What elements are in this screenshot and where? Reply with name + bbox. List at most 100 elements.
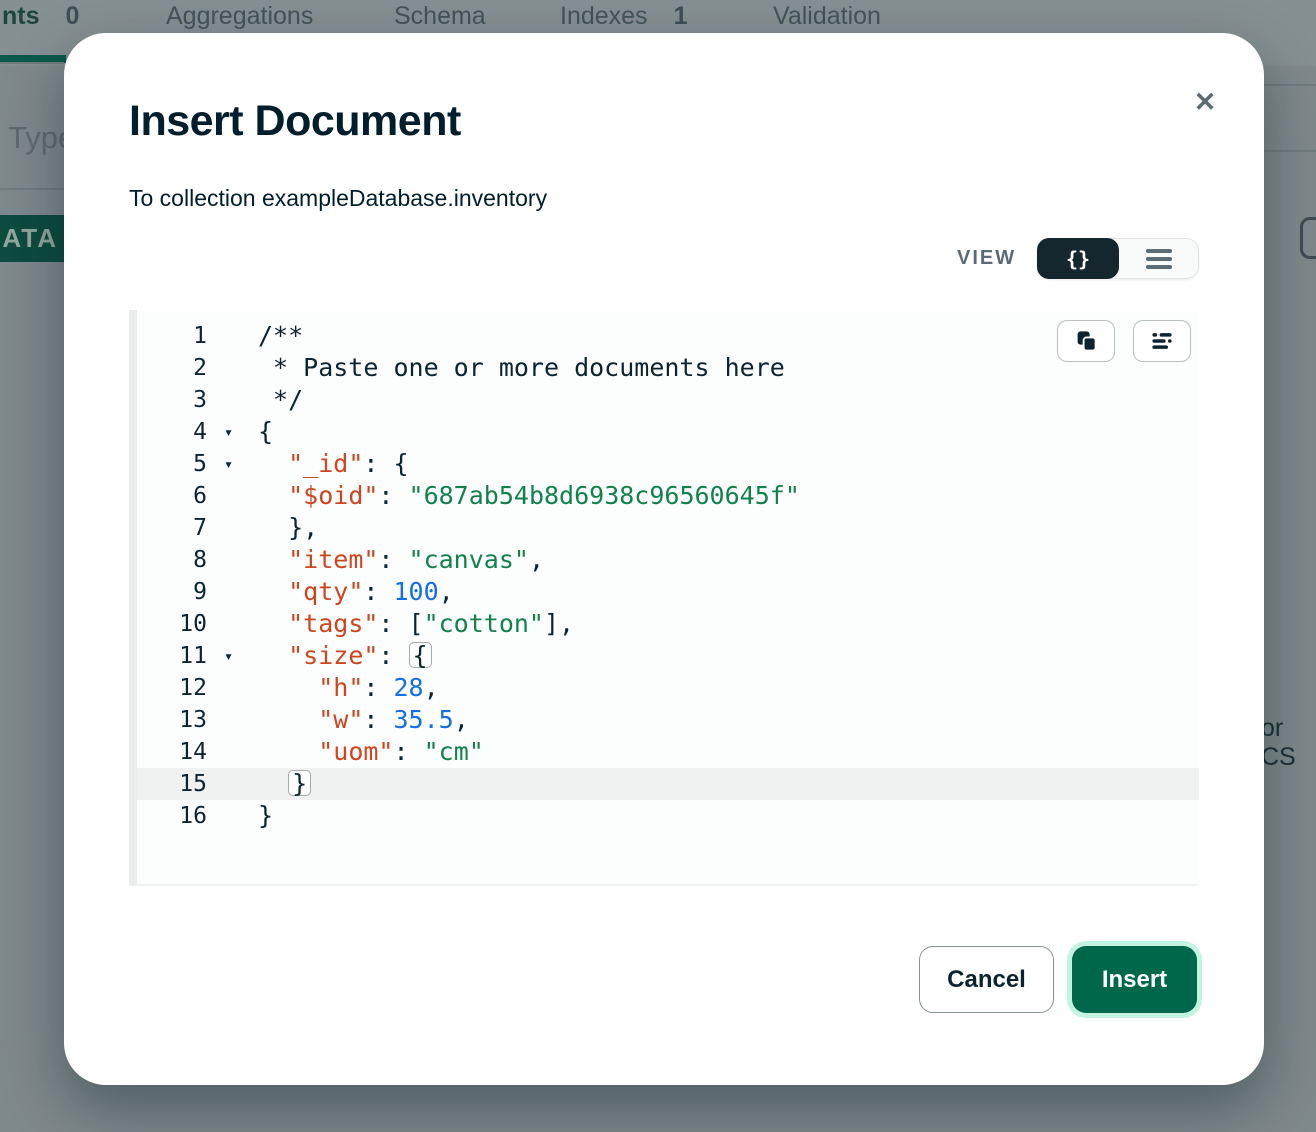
- line-number: 6: [137, 480, 207, 512]
- format-icon: [1150, 329, 1174, 353]
- code-line[interactable]: 16}: [137, 800, 1199, 832]
- background-divider: [0, 188, 64, 190]
- code-text: }: [258, 800, 273, 832]
- document-json-editor[interactable]: 1/**2 * Paste one or more documents here…: [129, 310, 1199, 886]
- line-number: 13: [137, 704, 207, 736]
- tab-count: 1: [674, 2, 688, 31]
- code-line[interactable]: 9 "qty": 100,: [137, 576, 1199, 608]
- import-text-fragment: or CS: [1261, 714, 1316, 772]
- insert-button[interactable]: Insert: [1072, 946, 1197, 1013]
- list-icon: [1146, 249, 1172, 253]
- code-line[interactable]: 12 "h": 28,: [137, 672, 1199, 704]
- screen: nts 0 Aggregations Schema Indexes1 Validation…: [0, 0, 1316, 1132]
- tab-count: 0: [66, 2, 80, 31]
- close-icon[interactable]: ✕: [1182, 79, 1228, 125]
- tab-aggregations[interactable]: Aggregations: [166, 2, 313, 31]
- code-text: * Paste one or more documents here: [258, 352, 785, 384]
- code-line[interactable]: 3 */: [137, 384, 1199, 416]
- list-view-toggle[interactable]: [1119, 239, 1198, 278]
- code-line[interactable]: 11▾ "size": {: [137, 640, 1199, 672]
- code-text: "size": {: [258, 640, 432, 672]
- tab-validation[interactable]: Validation: [773, 2, 881, 31]
- code-line[interactable]: 10 "tags": ["cotton"],: [137, 608, 1199, 640]
- code-line[interactable]: 8 "item": "canvas",: [137, 544, 1199, 576]
- code-text: "uom": "cm": [258, 736, 484, 768]
- line-number: 16: [137, 800, 207, 832]
- line-number: 12: [137, 672, 207, 704]
- copy-icon: [1074, 329, 1098, 353]
- code-text: "tags": ["cotton"],: [258, 608, 574, 640]
- code-line[interactable]: 5▾ "_id": {: [137, 448, 1199, 480]
- add-data-button-fragment[interactable]: ATA: [0, 215, 64, 262]
- tab-label: Schema: [394, 2, 486, 31]
- code-text: /**: [258, 320, 303, 352]
- line-number: 3: [137, 384, 207, 416]
- insert-document-modal: ✕ Insert Document To collection exampleD…: [64, 33, 1264, 1085]
- code-line[interactable]: 15 }: [137, 768, 1199, 800]
- code-line[interactable]: 13 "w": 35.5,: [137, 704, 1199, 736]
- line-number: 15: [137, 768, 207, 800]
- code-line[interactable]: 1 /**: [137, 320, 1199, 352]
- code-text: "item": "canvas",: [258, 544, 544, 576]
- braces-icon: {}: [1066, 247, 1090, 271]
- fold-gutter: [207, 608, 250, 640]
- line-number: 9: [137, 576, 207, 608]
- view-toggle: {}: [1037, 238, 1199, 279]
- code-text: */: [258, 384, 303, 416]
- copy-button[interactable]: [1057, 320, 1115, 362]
- tab-label: Validation: [773, 2, 881, 31]
- code-line[interactable]: 14 "uom": "cm": [137, 736, 1199, 768]
- tab-bar-border: [0, 62, 64, 64]
- view-label: VIEW: [957, 247, 1016, 270]
- tab-indexes[interactable]: Indexes1: [560, 2, 687, 31]
- code-text: "_id": {: [258, 448, 409, 480]
- background-divider: [1264, 84, 1316, 86]
- code-text: },: [258, 512, 318, 544]
- code-text: "$oid": "687ab54b8d6938c96560645f": [258, 480, 800, 512]
- cancel-button[interactable]: Cancel: [919, 946, 1054, 1013]
- code-line[interactable]: 7 },: [137, 512, 1199, 544]
- fold-gutter: [207, 320, 250, 352]
- tab-label: Aggregations: [166, 2, 313, 31]
- tab-schema[interactable]: Schema: [394, 2, 486, 31]
- line-number: 2: [137, 352, 207, 384]
- fold-gutter: [207, 704, 250, 736]
- line-number: 14: [137, 736, 207, 768]
- fold-gutter: [207, 736, 250, 768]
- line-number: 5: [137, 448, 207, 480]
- fold-arrow-icon[interactable]: ▾: [207, 416, 250, 448]
- line-number: 7: [137, 512, 207, 544]
- fold-arrow-icon[interactable]: ▾: [207, 448, 250, 480]
- line-number: 4: [137, 416, 207, 448]
- line-number: 8: [137, 544, 207, 576]
- fold-gutter: [207, 512, 250, 544]
- code-text: "w": 35.5,: [258, 704, 469, 736]
- tab-label: nts: [2, 2, 40, 31]
- modal-title: Insert Document: [129, 97, 461, 146]
- format-button[interactable]: [1133, 320, 1191, 362]
- fold-gutter: [207, 800, 250, 832]
- json-view-toggle[interactable]: {}: [1037, 238, 1119, 279]
- code-text: "qty": 100,: [258, 576, 454, 608]
- modal-subtitle: To collection exampleDatabase.inventory: [129, 185, 547, 212]
- background-partial-button: [1300, 217, 1316, 259]
- line-number: 1: [137, 320, 207, 352]
- fold-gutter: [207, 544, 250, 576]
- fold-gutter: [207, 768, 250, 800]
- code-text: {: [258, 416, 273, 448]
- code-lines: 1/**2 * Paste one or more documents here…: [137, 310, 1199, 832]
- fold-arrow-icon[interactable]: ▾: [207, 640, 250, 672]
- fold-gutter: [207, 352, 250, 384]
- code-line[interactable]: 6 "$oid": "687ab54b8d6938c96560645f": [137, 480, 1199, 512]
- code-line[interactable]: 4▾{: [137, 416, 1199, 448]
- line-number: 10: [137, 608, 207, 640]
- fold-gutter: [207, 384, 250, 416]
- tab-nts[interactable]: nts 0: [2, 2, 79, 31]
- code-text: "h": 28,: [258, 672, 439, 704]
- background-divider: [1264, 150, 1316, 152]
- line-number: 11: [137, 640, 207, 672]
- code-line[interactable]: 2 * Paste one or more documents here: [137, 352, 1199, 384]
- fold-gutter: [207, 576, 250, 608]
- fold-gutter: [207, 480, 250, 512]
- fold-gutter: [207, 672, 250, 704]
